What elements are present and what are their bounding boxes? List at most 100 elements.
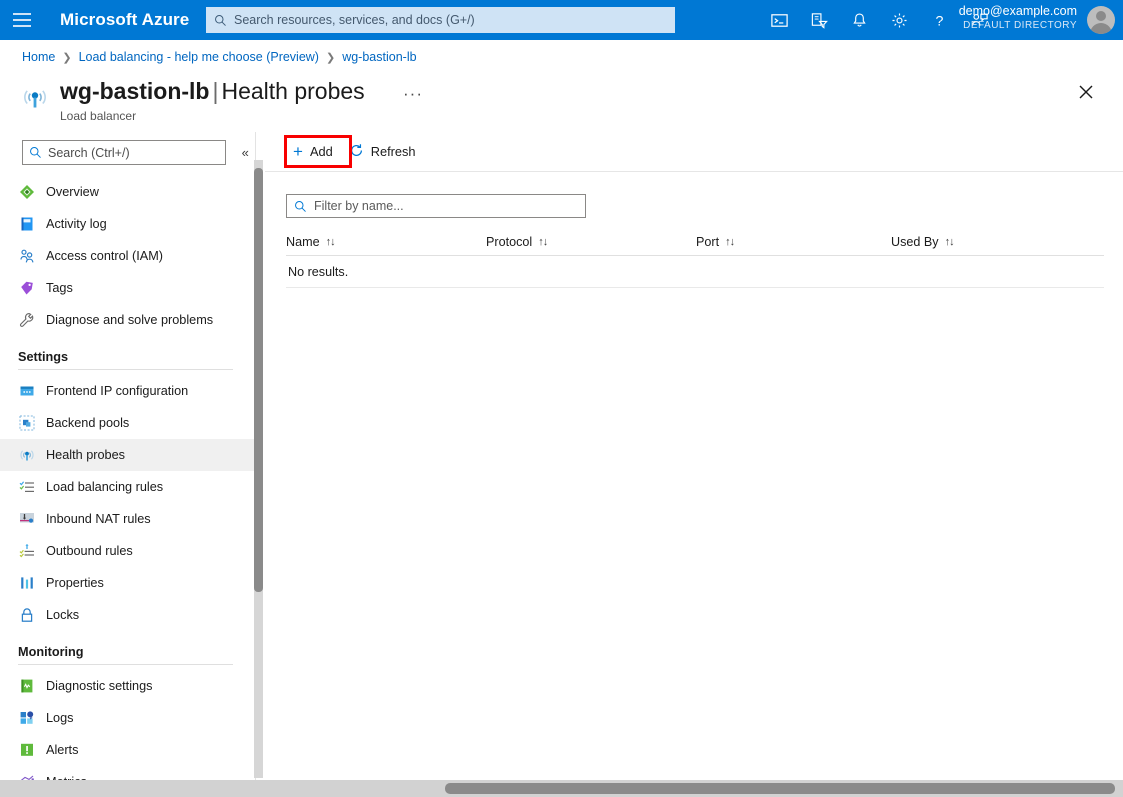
add-button[interactable]: + Add [285,138,341,166]
search-icon [29,146,42,159]
inbound-nat-rules-icon [18,510,36,528]
plus-icon: + [293,142,303,161]
sidebar-item-access-control[interactable]: Access control (IAM) [0,240,255,272]
diagnostic-settings-icon [18,677,36,695]
sidebar-item-label: Access control (IAM) [46,249,164,263]
horizontal-scrollbar-thumb[interactable] [445,783,1115,794]
breadcrumb-item-home[interactable]: Home [22,50,55,64]
sidebar-item-label: Tags [46,281,73,295]
search-icon [294,200,307,213]
sidebar-item-label: Backend pools [46,416,130,430]
global-search-placeholder: Search resources, services, and docs (G+… [234,13,475,27]
wrench-icon [18,311,36,329]
metrics-icon [18,773,36,780]
divider [18,369,233,370]
sidebar-item-diagnostic-settings[interactable]: Diagnostic settings [0,670,255,702]
column-label: Port [696,234,720,249]
add-button-label: Add [309,144,333,159]
sidebar-item-metrics[interactable]: Metrics [0,766,255,780]
properties-icon [18,574,36,592]
sidebar-item-label: Health probes [46,448,125,462]
locks-padlock-icon [18,606,36,624]
sidebar-item-inbound-nat-rules[interactable]: Inbound NAT rules [0,503,255,535]
account-email: demo@example.com [958,4,1077,18]
sidebar-item-label: Inbound NAT rules [46,512,151,526]
sidebar-item-overview[interactable]: Overview [0,176,255,208]
main-content: + Add Refresh Filter by name... Name ↑↓ … [265,132,1123,780]
sidebar-scrollbar-thumb[interactable] [254,168,263,592]
help-question-icon[interactable]: ? [919,0,959,40]
page-title-separator: | [212,78,219,104]
account-directory: DEFAULT DIRECTORY [963,19,1077,31]
azure-brand-label[interactable]: Microsoft Azure [60,10,189,30]
breadcrumb-item-load-balancing[interactable]: Load balancing - help me choose (Preview… [79,50,319,64]
sidebar-item-backend-pools[interactable]: Backend pools [0,407,255,439]
frontend-ip-icon [18,382,36,400]
access-control-icon [18,247,36,265]
sidebar-item-label: Load balancing rules [46,480,164,494]
directories-filter-icon[interactable] [799,0,839,40]
health-probe-icon [18,446,36,464]
column-header-protocol[interactable]: Protocol ↑↓ [486,235,696,249]
sidebar-section-title: Monitoring [18,645,84,659]
sidebar-search-row: Search (Ctrl+/) « [0,140,255,165]
table-header-row: Name ↑↓ Protocol ↑↓ Port ↑↓ Used By ↑↓ [286,228,1104,256]
sidebar-item-tags[interactable]: Tags [0,272,255,304]
column-header-name[interactable]: Name ↑↓ [286,235,486,249]
sidebar-item-label: Alerts [46,743,79,757]
sort-icon: ↑↓ [944,235,955,248]
notifications-bell-icon[interactable] [839,0,879,40]
sidebar-nav-list: Overview Activity log Access control (IA… [0,176,255,780]
sort-icon: ↑↓ [325,235,336,248]
refresh-button-label: Refresh [370,144,416,159]
activity-log-icon [18,215,36,233]
sidebar-item-frontend-ip-configuration[interactable]: Frontend IP configuration [0,375,255,407]
column-label: Used By [891,234,939,249]
horizontal-scrollbar-track[interactable] [0,780,1123,797]
sidebar-item-label: Properties [46,576,104,590]
overview-diamond-icon [18,183,36,201]
sidebar-item-alerts[interactable]: Alerts [0,734,255,766]
outbound-rules-icon [18,542,36,560]
avatar-head [1096,11,1106,21]
account-info[interactable]: demo@example.com DEFAULT DIRECTORY [959,4,1077,32]
sidebar-item-load-balancing-rules[interactable]: Load balancing rules [0,471,255,503]
health-probes-table: Name ↑↓ Protocol ↑↓ Port ↑↓ Used By ↑↓ N… [286,228,1104,288]
sidebar-collapse-icon[interactable]: « [234,142,255,164]
refresh-icon [349,143,364,161]
sort-icon: ↑↓ [538,235,548,248]
column-header-port[interactable]: Port ↑↓ [696,235,891,249]
page-title: wg-bastion-lb | Health probes [60,78,365,105]
sidebar-section-monitoring: Monitoring [0,631,255,665]
svg-text:?: ? [935,13,943,29]
health-probe-icon [20,84,50,114]
global-search-input[interactable]: Search resources, services, and docs (G+… [206,7,675,33]
sidebar-item-outbound-rules[interactable]: Outbound rules [0,535,255,567]
logs-icon [18,709,36,727]
cloud-shell-icon[interactable] [759,0,799,40]
sidebar-search-input[interactable]: Search (Ctrl+/) [22,140,227,165]
sidebar-item-label: Outbound rules [46,544,133,558]
page-subtitle: Load balancer [60,109,137,123]
breadcrumb-separator: ❯ [325,51,336,64]
sort-icon: ↑↓ [725,235,735,248]
refresh-button[interactable]: Refresh [341,138,424,166]
sidebar-item-logs[interactable]: Logs [0,702,255,734]
sidebar-item-label: Frontend IP configuration [46,384,189,398]
sidebar-item-health-probes[interactable]: Health probes [0,439,255,471]
avatar[interactable] [1087,6,1115,34]
filter-by-name-input[interactable]: Filter by name... [286,194,586,218]
column-header-used-by[interactable]: Used By ↑↓ [891,234,955,249]
sidebar-item-properties[interactable]: Properties [0,567,255,599]
settings-gear-icon[interactable] [879,0,919,40]
sidebar-item-activity-log[interactable]: Activity log [0,208,255,240]
sidebar-item-label: Diagnose and solve problems [46,313,214,327]
close-icon[interactable] [1075,81,1097,103]
page-more-menu-icon[interactable]: ··· [403,84,423,104]
hamburger-menu-icon[interactable] [0,0,44,40]
breadcrumb-item-resource[interactable]: wg-bastion-lb [342,50,416,64]
sidebar-item-diagnose[interactable]: Diagnose and solve problems [0,304,255,336]
table-empty-row: No results. [286,256,1104,288]
filter-placeholder: Filter by name... [314,199,404,213]
sidebar-item-locks[interactable]: Locks [0,599,255,631]
